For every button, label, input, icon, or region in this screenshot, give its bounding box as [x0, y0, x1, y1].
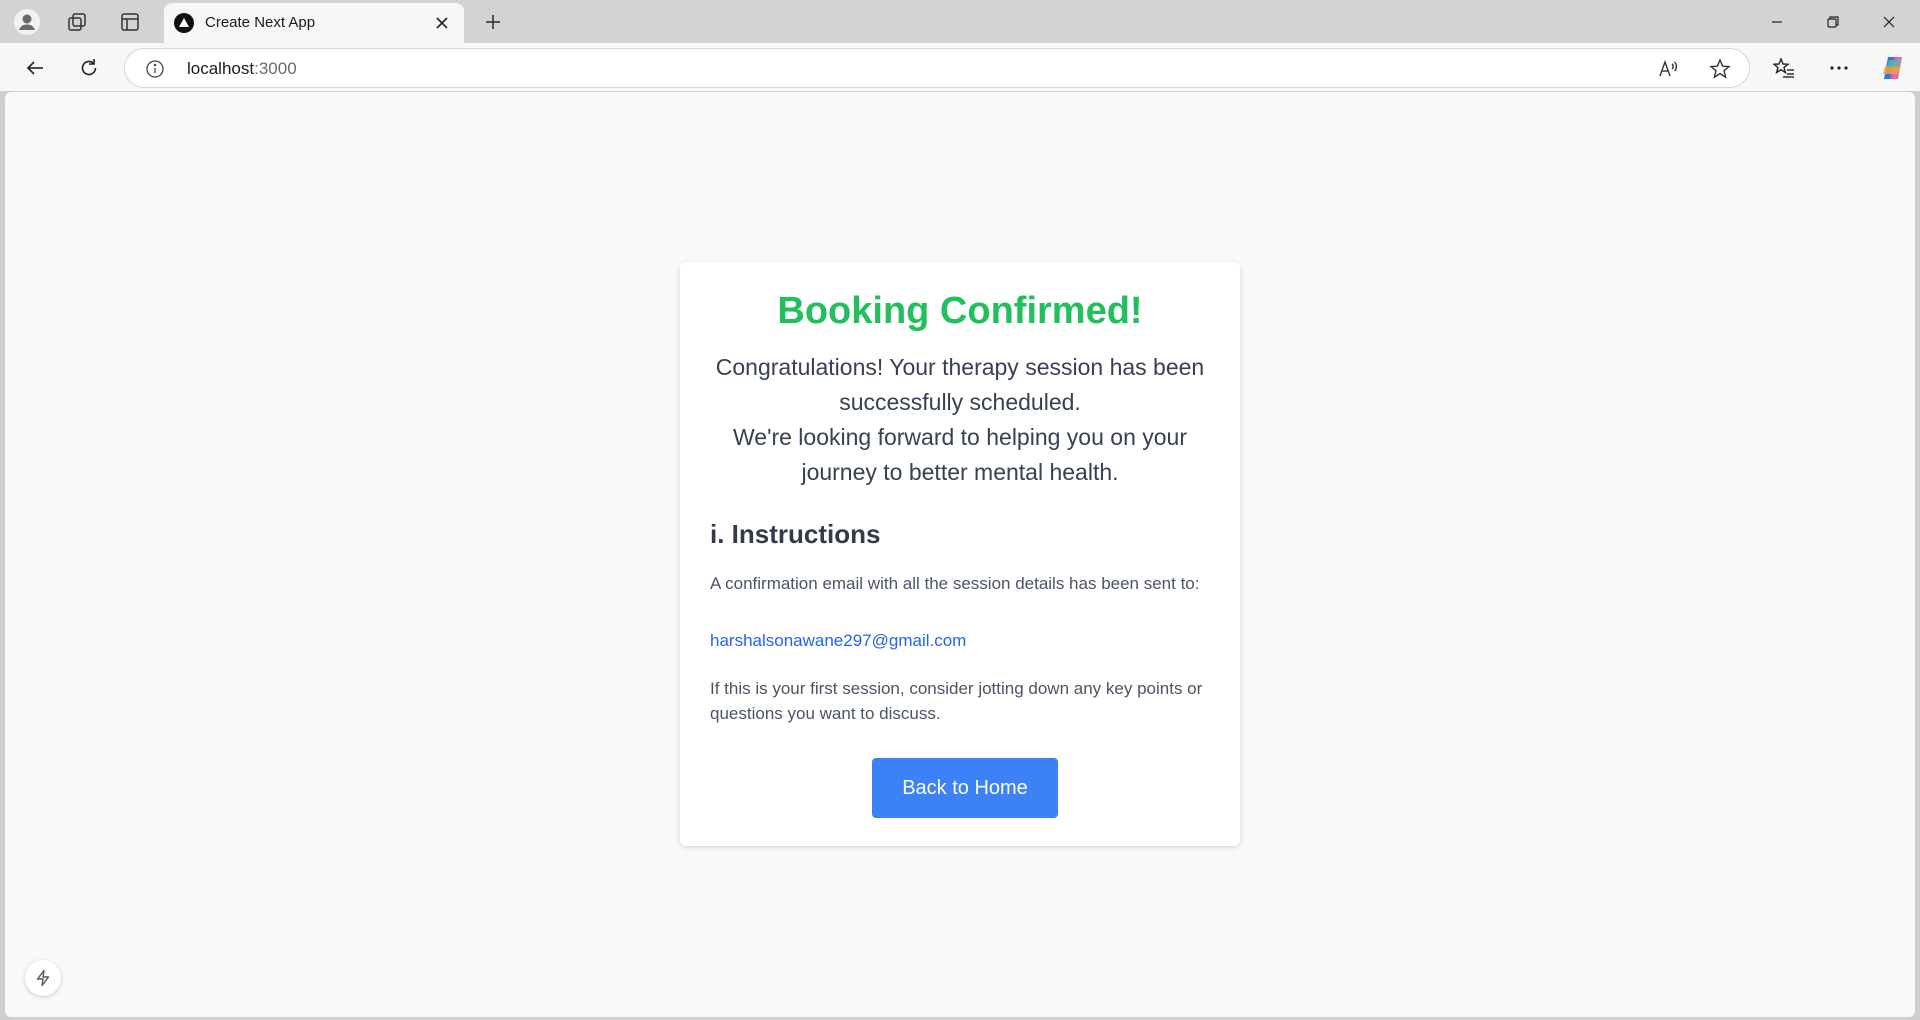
plus-icon[interactable]: [478, 7, 508, 37]
refresh-icon[interactable]: [72, 51, 106, 85]
confirmation-message-line1: Congratulations! Your therapy session ha…: [715, 354, 1205, 415]
tab-actions-icon[interactable]: [115, 7, 145, 37]
window-close-icon[interactable]: [1862, 0, 1916, 43]
booking-confirmation-card: Booking Confirmed! Congratulations! Your…: [680, 262, 1240, 846]
email-sent-text: A confirmation email with all the sessio…: [710, 574, 1200, 593]
browser-toolbar: localhost:3000: [0, 43, 1920, 91]
confirmation-message: Congratulations! Your therapy session ha…: [710, 350, 1210, 490]
restore-icon[interactable]: [1806, 0, 1860, 43]
nextjs-dev-indicator-icon[interactable]: [25, 960, 61, 996]
page-title: Booking Confirmed!: [777, 290, 1143, 332]
first-session-text: If this is your first session, consider …: [710, 679, 1203, 723]
instructions-heading: i. Instructions: [710, 519, 881, 549]
minimize-icon[interactable]: [1750, 0, 1804, 43]
email-link[interactable]: harshalsonawane297@gmail.com: [710, 631, 966, 651]
nextjs-favicon-icon: [174, 13, 194, 33]
browser-tab-bar: Create Next App: [0, 0, 1920, 43]
read-aloud-icon[interactable]: [1655, 56, 1681, 82]
info-icon[interactable]: [144, 58, 166, 80]
url-port: :3000: [254, 59, 297, 78]
workspaces-icon[interactable]: [62, 7, 92, 37]
close-icon[interactable]: [430, 11, 454, 35]
tab-title: Create Next App: [205, 14, 316, 31]
url-host: localhost: [187, 59, 255, 78]
star-icon[interactable]: [1707, 56, 1733, 82]
browser-tab[interactable]: Create Next App: [164, 3, 464, 43]
favorites-icon[interactable]: [1767, 51, 1801, 85]
more-icon[interactable]: [1822, 51, 1856, 85]
confirmation-message-line2: We're looking forward to helping you on …: [732, 424, 1187, 485]
address-bar[interactable]: localhost:3000: [124, 48, 1750, 88]
url-text[interactable]: localhost:3000: [187, 59, 297, 79]
back-arrow-icon[interactable]: [18, 51, 52, 85]
copilot-icon[interactable]: [1876, 51, 1910, 85]
back-to-home-button[interactable]: Back to Home: [872, 758, 1058, 818]
profile-icon[interactable]: [12, 7, 42, 37]
page-viewport: Booking Confirmed! Congratulations! Your…: [5, 92, 1915, 1017]
